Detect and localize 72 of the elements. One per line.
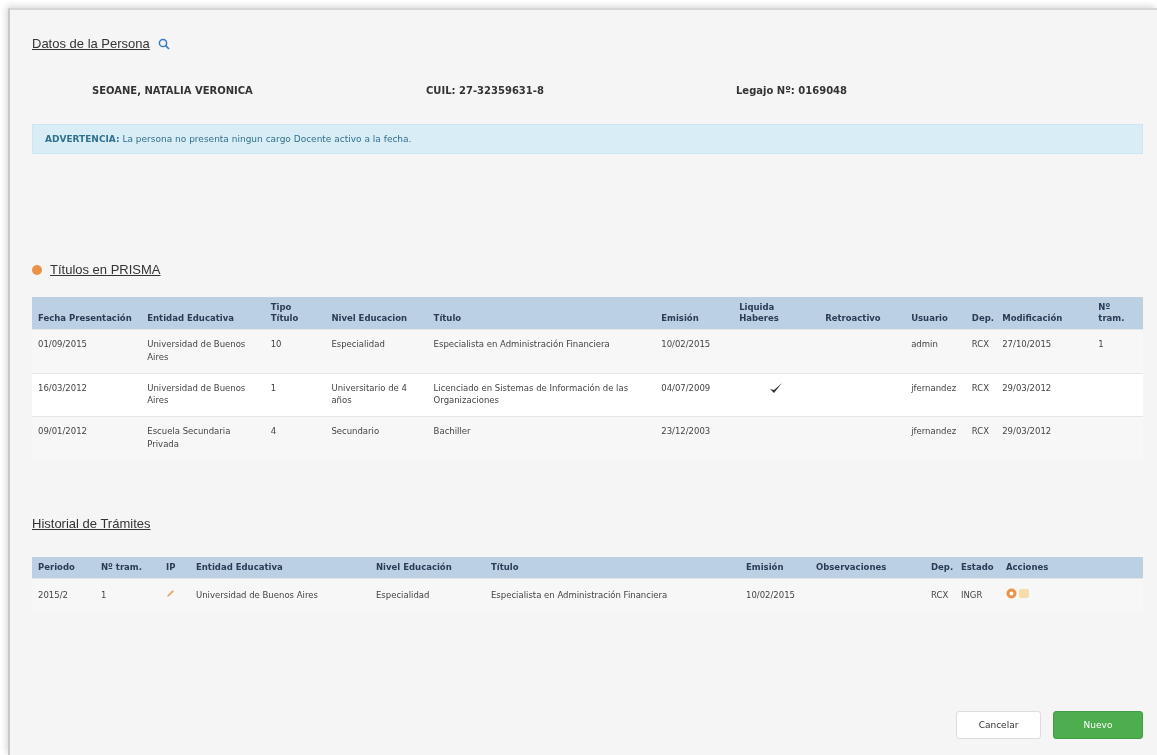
- column-header: Entidad Educativa: [141, 297, 265, 330]
- table-cell: 16/03/2012: [32, 373, 142, 417]
- column-header: Fecha Presentación: [32, 297, 142, 330]
- column-header: Estado: [955, 556, 1000, 579]
- section-title: Historial de Trámites: [32, 515, 151, 531]
- column-header: IP: [160, 556, 190, 579]
- table-cell: jfernandez: [905, 416, 966, 460]
- column-header: Nº tram.: [1092, 297, 1143, 330]
- column-header: Emisión: [740, 556, 810, 579]
- table-cell: Especialista en Administración Financiera: [485, 578, 740, 612]
- table-cell: 01/09/2015: [32, 329, 142, 374]
- column-header: Tipo Título: [264, 297, 326, 330]
- column-header: Acciones: [1000, 556, 1143, 579]
- table-cell: 1: [95, 578, 160, 612]
- column-header: Emisión: [655, 297, 734, 330]
- table-cell: 1: [264, 373, 326, 417]
- column-header: Título: [485, 556, 740, 579]
- column-header: Entidad Educativa: [190, 556, 370, 579]
- table-cell: 29/03/2012: [996, 416, 1093, 460]
- table-cell: Especialidad: [325, 329, 428, 374]
- table-cell: Especialidad: [370, 578, 485, 612]
- search-icon[interactable]: [157, 37, 170, 50]
- check-icon: [769, 381, 784, 394]
- table-cell: Universidad de Buenos Aires: [190, 578, 370, 612]
- action-icons-drawing[interactable]: [1006, 587, 1030, 599]
- column-header: Retroactivo: [819, 297, 906, 330]
- table-cell: 27/10/2015: [996, 329, 1093, 374]
- cuil-text: CUIL: 27-32359631-8: [426, 85, 545, 96]
- cancel-button[interactable]: Cancelar: [956, 711, 1041, 739]
- column-header: Liquida Haberes: [733, 297, 820, 330]
- collapse-icon[interactable]: [32, 264, 42, 275]
- column-header: Usuario: [905, 297, 966, 330]
- column-header: Periodo: [32, 556, 95, 579]
- column-header: Observaciones: [810, 556, 925, 579]
- warning-alert: ADVERTENCIA: La persona no presenta ningun cargo Docente activo a la fecha.: [32, 124, 1143, 154]
- pencil-icon[interactable]: [166, 588, 175, 598]
- column-header: Dep.: [965, 297, 997, 330]
- table-cell: 4: [264, 416, 326, 460]
- table-cell: RCX: [965, 329, 997, 374]
- column-header: Nivel Educación: [370, 556, 485, 579]
- table-cell: Escuela Secundaria Privada: [141, 416, 265, 460]
- table-cell: 10/02/2015: [740, 578, 810, 612]
- table-cell: RCX: [925, 578, 955, 612]
- table-cell: 04/07/2009: [655, 373, 734, 417]
- table-cell: RCX: [965, 373, 997, 417]
- column-header: Título: [427, 297, 656, 330]
- table-cell: admin: [905, 329, 966, 374]
- table-cell: Universidad de Buenos Aires: [141, 373, 265, 417]
- table-cell: Bachiller: [427, 416, 656, 460]
- section-title: Datos de la Persona: [32, 36, 150, 51]
- table-cell: 1: [1098, 339, 1104, 350]
- table-cell: Universidad de Buenos Aires: [141, 329, 265, 374]
- table-cell: Licenciado en Sistemas de Información de las Organizaciones: [427, 373, 656, 417]
- table-cell: Universitario de 4 años: [325, 373, 428, 417]
- table-cell: jfernandez: [905, 373, 966, 417]
- table-cell: 29/03/2012: [996, 373, 1093, 417]
- table-cell: INGR: [955, 578, 1000, 612]
- table-cell: 2015/2: [32, 578, 95, 612]
- table-cell: 10/02/2015: [655, 329, 734, 374]
- table-cell: 10: [264, 329, 326, 374]
- column-header: Dep.: [925, 556, 955, 579]
- table-cell: Especialista en Administración Financiera: [427, 329, 656, 374]
- legajo-text: Legajo Nº: 0169048: [736, 85, 849, 96]
- column-header: Nº tram.: [95, 556, 160, 579]
- table-cell: RCX: [965, 416, 997, 460]
- section-title: Títulos en PRISMA: [50, 262, 161, 277]
- person-name: SEOANE, NATALIA VERONICA: [92, 85, 254, 96]
- table-cell: 09/01/2012: [32, 416, 142, 460]
- column-header: Nivel Educacion: [325, 297, 428, 330]
- table-cell: 23/12/2003: [655, 416, 734, 460]
- table-cell: Secundario: [325, 416, 428, 460]
- column-header: Modificación: [996, 297, 1093, 330]
